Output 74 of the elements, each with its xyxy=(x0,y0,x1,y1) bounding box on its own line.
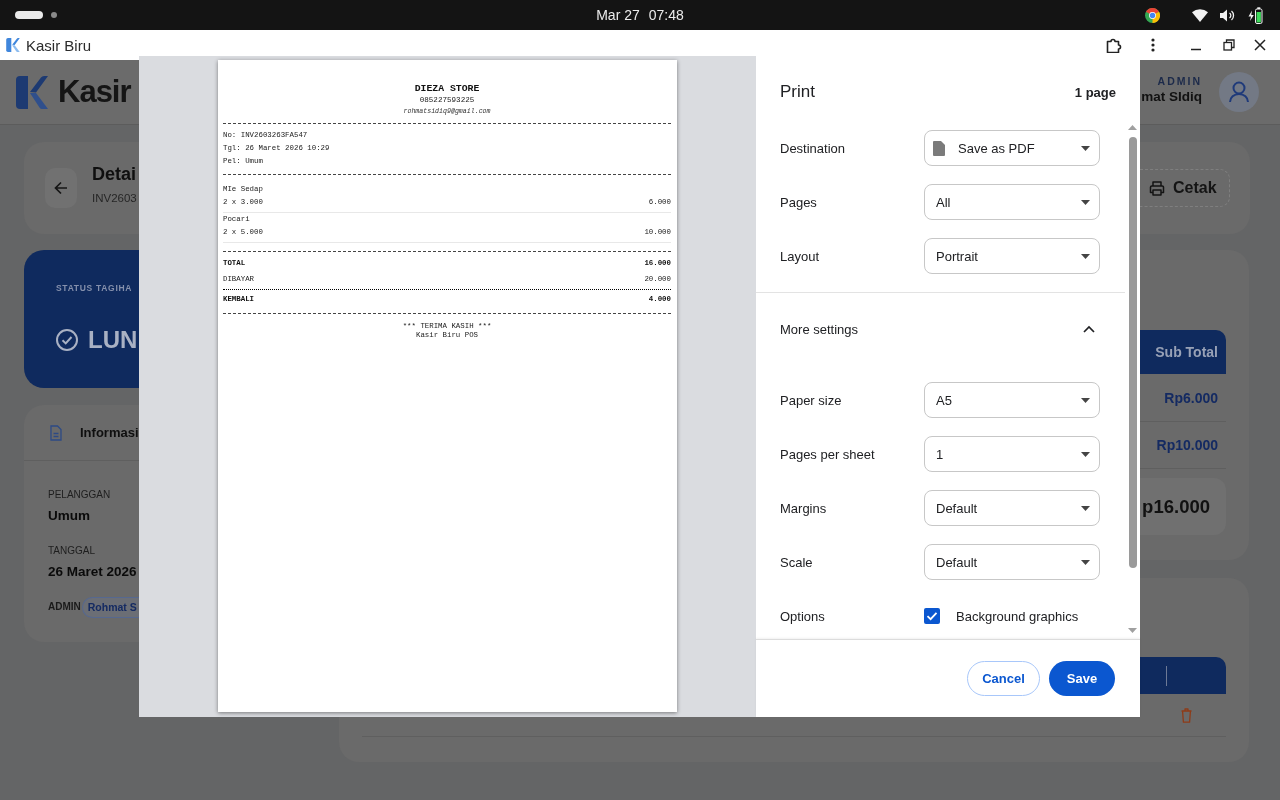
setting-label: Paper size xyxy=(780,392,842,408)
logo-icon xyxy=(16,75,48,109)
status-text: LUN xyxy=(88,326,138,354)
user-role: ADMIN xyxy=(1157,73,1202,88)
cancel-button[interactable]: Cancel xyxy=(967,661,1040,696)
invoice-number: INV2603 xyxy=(92,191,137,206)
card-title: Informasi xyxy=(80,425,139,440)
save-button[interactable]: Save xyxy=(1049,661,1115,696)
dropdown-arrow-icon xyxy=(1081,397,1090,403)
setting-label: Options xyxy=(780,608,825,624)
avatar-icon[interactable] xyxy=(1219,72,1259,112)
dropdown-arrow-icon xyxy=(1081,145,1090,151)
setting-label: Layout xyxy=(780,248,820,264)
dropdown-arrow-icon xyxy=(1081,451,1090,457)
close-icon[interactable] xyxy=(1254,39,1266,51)
kebab-menu-icon[interactable] xyxy=(1151,38,1155,52)
checkbox[interactable] xyxy=(924,608,940,624)
brand-name: Kasir xyxy=(58,74,131,110)
setting-label: Destination xyxy=(780,140,846,156)
scroll-up-arrow-icon[interactable] xyxy=(1128,125,1137,130)
checkbox-label: Background graphics xyxy=(956,608,1079,624)
dialog-title: Print xyxy=(780,82,815,102)
table-cell: Rp10.000 xyxy=(1156,437,1218,453)
dropdown[interactable]: A5 xyxy=(924,382,1100,418)
admin-name-tag: Rohmat S xyxy=(81,596,139,618)
window-title: Kasir Biru xyxy=(26,36,92,54)
restore-icon[interactable] xyxy=(1223,39,1235,51)
dropdown-arrow-icon xyxy=(1081,559,1090,565)
scroll-down-arrow-icon[interactable] xyxy=(1128,628,1137,633)
workspace-dot-icon[interactable] xyxy=(51,12,57,18)
setting-label: Margins xyxy=(780,500,827,516)
wifi-icon[interactable] xyxy=(1192,8,1208,22)
scrollbar-thumb[interactable] xyxy=(1128,137,1137,568)
dropdown[interactable]: 1 xyxy=(924,436,1100,472)
workspace-pill-icon[interactable] xyxy=(15,11,43,19)
dropdown[interactable]: Default xyxy=(924,544,1100,580)
field-value: 26 Maret 2026 xyxy=(48,563,137,581)
chevron-up-icon xyxy=(1083,325,1095,333)
store-name: DIEZA STORE xyxy=(414,83,480,95)
check-circle-icon xyxy=(56,329,78,351)
total-amount: p16.000 xyxy=(1142,495,1210,518)
setting-label: Pages per sheet xyxy=(780,446,875,462)
page-count: 1 page xyxy=(1074,84,1116,100)
field-value: Umum xyxy=(48,507,90,525)
printer-icon xyxy=(1149,180,1165,196)
field-label: TANGGAL xyxy=(48,545,96,557)
dropdown[interactable]: All xyxy=(924,184,1100,220)
field-label: PELANGGAN xyxy=(48,489,111,501)
user-name: mat SIdiq xyxy=(1141,87,1202,106)
column-header: Sub Total xyxy=(1140,330,1226,374)
page-title: Detai xyxy=(92,163,136,185)
dropdown[interactable]: Portrait xyxy=(924,238,1100,274)
arrow-left-icon xyxy=(54,181,68,195)
field-label: ADMIN xyxy=(48,601,81,613)
dropdown[interactable]: Default xyxy=(924,490,1100,526)
table-cell: Rp6.000 xyxy=(1164,389,1218,406)
app-logo-icon xyxy=(6,38,20,52)
puzzle-icon[interactable] xyxy=(1106,37,1122,53)
status-label: STATUS TAGIHA xyxy=(56,283,133,293)
dropdown-arrow-icon xyxy=(1081,505,1090,511)
circle-logo-icon[interactable] xyxy=(1145,7,1160,23)
more-settings-toggle[interactable]: More settings xyxy=(756,293,1125,365)
file-icon xyxy=(933,140,945,156)
back-button[interactable] xyxy=(45,168,77,208)
volume-icon[interactable] xyxy=(1220,8,1235,22)
dropdown-arrow-icon xyxy=(1081,199,1090,205)
time-text[interactable]: 07:48 xyxy=(648,7,684,23)
document-icon xyxy=(50,424,62,441)
dropdown-arrow-icon xyxy=(1081,253,1090,259)
setting-label: Scale xyxy=(780,554,813,570)
setting-label: Pages xyxy=(780,194,817,210)
dropdown[interactable]: Save as PDF xyxy=(924,130,1100,166)
date-text[interactable]: Mar 27 xyxy=(596,7,640,23)
battery-charging-icon[interactable] xyxy=(1248,6,1263,24)
